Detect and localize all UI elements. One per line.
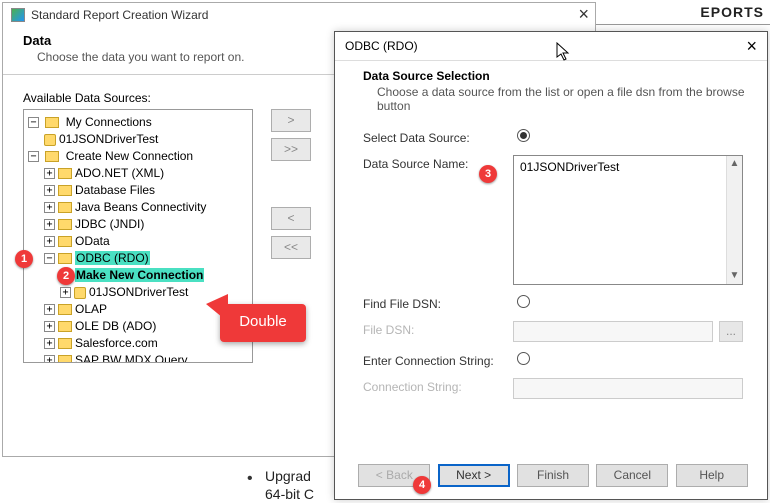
background-text-upgrade: Upgrad (265, 468, 311, 484)
tree-node-olap[interactable]: OLAP (75, 302, 107, 316)
folder-icon (58, 338, 72, 349)
enter-connection-string-radio[interactable] (517, 352, 530, 365)
expander-icon[interactable]: + (44, 355, 55, 363)
tree-node-database-files[interactable]: Database Files (75, 183, 155, 197)
datasource-icon (74, 287, 86, 299)
odbc-finish-button[interactable]: Finish (517, 464, 589, 487)
file-dsn-label: File DSN: (363, 321, 513, 337)
folder-icon (58, 219, 72, 230)
expander-icon[interactable]: + (44, 219, 55, 230)
tree-node-jdbc[interactable]: JDBC (JNDI) (75, 217, 144, 231)
folder-icon (58, 168, 72, 179)
bullet-icon: • (247, 470, 253, 488)
tree-node-sap-bw[interactable]: SAP BW MDX Query (75, 353, 187, 363)
expander-icon[interactable]: + (44, 168, 55, 179)
odbc-title-text: ODBC (RDO) (345, 39, 418, 53)
expander-icon[interactable]: + (44, 304, 55, 315)
data-source-name-list[interactable]: 01JSONDriverTest ▲ ▼ (513, 155, 743, 285)
background-text-64bit: 64-bit C (265, 486, 314, 502)
folder-icon (45, 117, 59, 128)
odbc-section-desc: Choose a data source from the list or op… (377, 85, 747, 113)
badge-3: 3 (479, 165, 497, 183)
tree-node-salesforce[interactable]: Salesforce.com (75, 336, 158, 350)
badge-2: 2 (57, 267, 75, 285)
enter-connection-string-label: Enter Connection String: (363, 352, 513, 368)
badge-4: 4 (413, 476, 431, 494)
remove-button[interactable]: < (271, 207, 311, 230)
file-dsn-input (513, 321, 713, 342)
expander-icon[interactable]: − (28, 117, 39, 128)
tree-node-create-new-connection[interactable]: Create New Connection (66, 149, 193, 163)
add-button[interactable]: > (271, 109, 311, 132)
tree-node-odbc[interactable]: ODBC (RDO) (75, 251, 150, 265)
tree-node-01jsondrivertest[interactable]: 01JSONDriverTest (59, 132, 158, 146)
select-data-source-label: Select Data Source: (363, 129, 513, 145)
connection-string-input (513, 378, 743, 399)
tree-node-odata[interactable]: OData (75, 234, 110, 248)
expander-icon[interactable]: + (44, 321, 55, 332)
expander-icon[interactable]: − (44, 253, 55, 264)
odbc-next-button[interactable]: Next > (438, 464, 510, 487)
find-file-dsn-label: Find File DSN: (363, 295, 513, 311)
odbc-help-button[interactable]: Help (676, 464, 748, 487)
tree-node-oledb[interactable]: OLE DB (ADO) (75, 319, 156, 333)
background-tab-text: EPORTS (700, 4, 764, 20)
folder-icon (58, 355, 72, 363)
tree-node-java-beans[interactable]: Java Beans Connectivity (75, 200, 206, 214)
double-callout-text: Double (220, 304, 306, 330)
expander-icon[interactable]: + (44, 338, 55, 349)
folder-icon (58, 202, 72, 213)
list-scrollbar[interactable]: ▲ ▼ (726, 156, 742, 284)
expander-icon[interactable]: + (44, 236, 55, 247)
odbc-dialog: ODBC (RDO) × Data Source Selection Choos… (334, 31, 768, 500)
expander-icon[interactable]: + (44, 202, 55, 213)
tree-node-my-connections[interactable]: My Connections (66, 115, 152, 129)
scroll-up-icon[interactable]: ▲ (727, 156, 742, 172)
wizard-app-icon (11, 8, 25, 22)
tree-node-make-new-connection[interactable]: Make New Connection (75, 268, 204, 282)
wizard-titlebar: Standard Report Creation Wizard × (3, 3, 595, 27)
file-dsn-browse-button[interactable]: ... (719, 321, 743, 342)
datasource-icon (44, 134, 56, 146)
folder-icon (58, 253, 72, 264)
badge-1: 1 (15, 250, 33, 268)
folder-icon (58, 236, 72, 247)
add-all-button[interactable]: >> (271, 138, 311, 161)
wizard-close-icon[interactable]: × (578, 5, 589, 23)
folder-icon (58, 304, 72, 315)
connection-string-label: Connection String: (363, 378, 513, 394)
expander-icon[interactable]: + (44, 185, 55, 196)
odbc-cancel-button[interactable]: Cancel (596, 464, 668, 487)
data-sources-tree[interactable]: − My Connections 01JSONDriverTest − Crea… (23, 109, 253, 363)
remove-all-button[interactable]: << (271, 236, 311, 259)
select-data-source-radio[interactable] (517, 129, 530, 142)
wizard-title-text: Standard Report Creation Wizard (31, 8, 208, 22)
double-callout: Double (220, 304, 306, 342)
find-file-dsn-radio[interactable] (517, 295, 530, 308)
expander-icon[interactable]: − (28, 151, 39, 162)
mouse-cursor-icon (556, 42, 572, 62)
move-buttons: > >> < << (271, 109, 311, 265)
folder-icon (58, 185, 72, 196)
odbc-close-icon[interactable]: × (746, 39, 757, 53)
tree-node-adonet[interactable]: ADO.NET (XML) (75, 166, 164, 180)
folder-icon (58, 321, 72, 332)
scroll-down-icon[interactable]: ▼ (727, 268, 742, 284)
folder-icon (45, 151, 59, 162)
odbc-section-title: Data Source Selection (363, 69, 747, 83)
expander-icon[interactable]: + (60, 287, 71, 298)
list-item[interactable]: 01JSONDriverTest (520, 160, 619, 174)
tree-node-01jsondrivertest-2[interactable]: 01JSONDriverTest (89, 285, 188, 299)
